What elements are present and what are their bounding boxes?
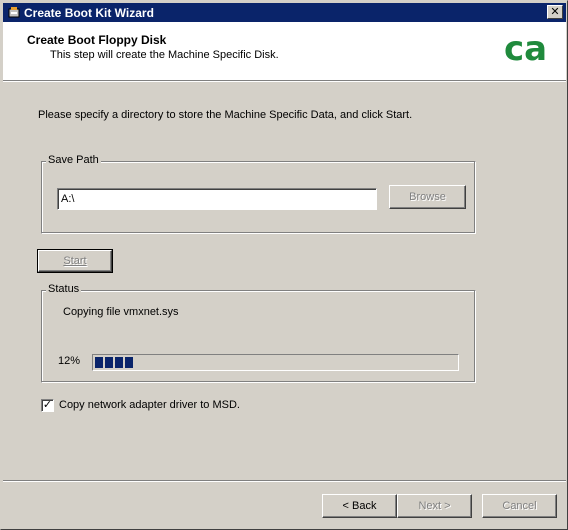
start-button-label: Start [63,255,87,267]
progress-block [105,357,113,368]
cancel-button-label: Cancel [502,500,537,512]
close-button[interactable]: ✕ [547,5,563,19]
status-group-label: Status [46,283,82,295]
ca-logo: ca [504,29,547,69]
browse-button[interactable]: Browse [389,185,466,209]
app-icon [8,7,20,18]
progress-block [95,357,103,368]
footer-separator [3,480,566,482]
step-subtitle: This step will create the Machine Specif… [50,49,279,61]
wizard-window: Create Boot Kit Wizard ✕ Create Boot Flo… [0,0,568,530]
logo-text: ca [504,29,547,69]
next-button-label: Next > [418,500,451,512]
progress-bar [92,354,459,371]
copy-driver-checkbox[interactable]: ✓ [41,399,54,412]
back-button-label: < Back [342,500,377,512]
wizard-header: Create Boot Floppy Disk This step will c… [3,22,566,82]
checkmark-icon: ✓ [42,398,53,411]
browse-button-label: Browse [409,191,446,203]
instruction-text: Please specify a directory to store the … [38,109,413,121]
copy-driver-label[interactable]: Copy network adapter driver to MSD. [59,399,240,411]
next-button[interactable]: Next > [397,494,472,518]
back-button[interactable]: < Back [322,494,397,518]
save-path-input[interactable] [57,188,377,210]
save-path-group-label: Save Path [46,154,101,166]
progress-percent: 12% [58,355,81,367]
start-button[interactable]: Start [37,249,113,273]
title-bar[interactable]: Create Boot Kit Wizard ✕ [3,3,566,22]
close-icon: ✕ [550,5,560,18]
cancel-button[interactable]: Cancel [482,494,557,518]
step-title: Create Boot Floppy Disk [27,33,167,47]
progress-block [125,357,133,368]
progress-block [115,357,123,368]
window-title: Create Boot Kit Wizard [24,6,154,20]
status-message: Copying file vmxnet.sys [63,306,179,318]
